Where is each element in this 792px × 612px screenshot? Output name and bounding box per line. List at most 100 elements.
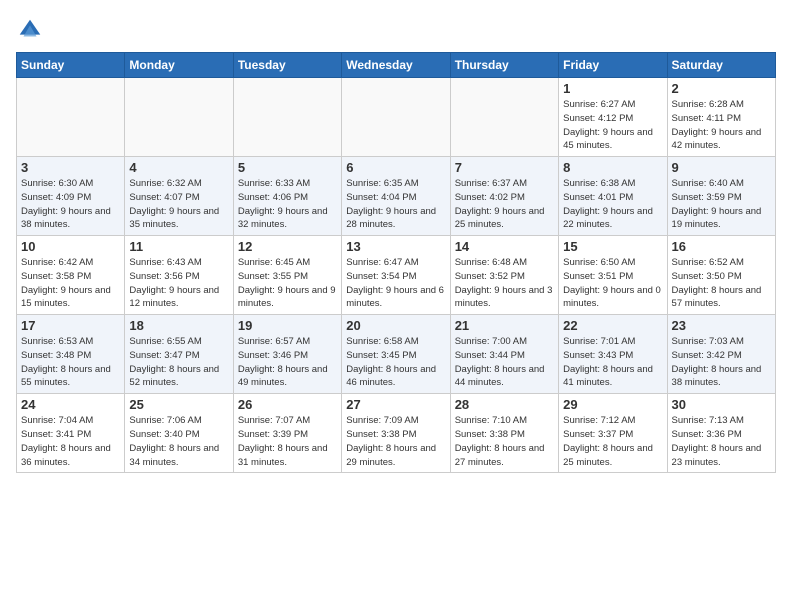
day-number: 17 [21,318,120,333]
day-number: 24 [21,397,120,412]
calendar-cell: 19 Sunrise: 6:57 AMSunset: 3:46 PMDayligh… [233,315,341,394]
calendar-cell: 2 Sunrise: 6:28 AMSunset: 4:11 PMDaylight… [667,78,775,157]
day-info: Sunrise: 6:37 AMSunset: 4:02 PMDaylight:… [455,177,554,232]
day-number: 15 [563,239,662,254]
calendar-cell: 1 Sunrise: 6:27 AMSunset: 4:12 PMDaylight… [559,78,667,157]
day-info: Sunrise: 6:27 AMSunset: 4:12 PMDaylight:… [563,98,662,153]
day-info: Sunrise: 6:35 AMSunset: 4:04 PMDaylight:… [346,177,445,232]
day-number: 13 [346,239,445,254]
weekday-header: Saturday [667,53,775,78]
weekday-header: Wednesday [342,53,450,78]
calendar-cell [125,78,233,157]
day-info: Sunrise: 6:55 AMSunset: 3:47 PMDaylight:… [129,335,228,390]
day-number: 11 [129,239,228,254]
day-number: 20 [346,318,445,333]
day-info: Sunrise: 6:42 AMSunset: 3:58 PMDaylight:… [21,256,120,311]
calendar-cell: 28 Sunrise: 7:10 AMSunset: 3:38 PMDayligh… [450,394,558,473]
day-number: 10 [21,239,120,254]
calendar-cell: 21Sunrise: 7:00 AMSunset: 3:44 PMDayligh… [450,315,558,394]
day-number: 19 [238,318,337,333]
calendar-cell [233,78,341,157]
day-number: 26 [238,397,337,412]
day-number: 4 [129,160,228,175]
calendar-table: SundayMondayTuesdayWednesdayThursdayFrid… [16,52,776,473]
calendar-cell: 30 Sunrise: 7:13 AMSunset: 3:36 PMDayligh… [667,394,775,473]
day-info: Sunrise: 6:47 AMSunset: 3:54 PMDaylight:… [346,256,445,311]
calendar-header-row: SundayMondayTuesdayWednesdayThursdayFrid… [17,53,776,78]
day-number: 23 [672,318,771,333]
weekday-header: Thursday [450,53,558,78]
day-number: 16 [672,239,771,254]
day-info: Sunrise: 6:50 AMSunset: 3:51 PMDaylight:… [563,256,662,311]
day-number: 28 [455,397,554,412]
day-number: 5 [238,160,337,175]
day-number: 3 [21,160,120,175]
day-number: 6 [346,160,445,175]
calendar-cell: 25 Sunrise: 7:06 AMSunset: 3:40 PMDayligh… [125,394,233,473]
day-number: 14 [455,239,554,254]
weekday-header: Monday [125,53,233,78]
calendar-cell: 4 Sunrise: 6:32 AMSunset: 4:07 PMDaylight… [125,157,233,236]
day-info: Sunrise: 7:12 AMSunset: 3:37 PMDaylight:… [563,414,662,469]
logo [16,16,48,44]
calendar-cell [17,78,125,157]
calendar-week-row: 24 Sunrise: 7:04 AMSunset: 3:41 PMDayligh… [17,394,776,473]
day-number: 27 [346,397,445,412]
calendar-cell: 3 Sunrise: 6:30 AMSunset: 4:09 PMDaylight… [17,157,125,236]
day-number: 25 [129,397,228,412]
day-number: 18 [129,318,228,333]
day-number: 2 [672,81,771,96]
day-info: Sunrise: 7:13 AMSunset: 3:36 PMDaylight:… [672,414,771,469]
day-number: 9 [672,160,771,175]
day-info: Sunrise: 7:10 AMSunset: 3:38 PMDaylight:… [455,414,554,469]
calendar-cell: 18 Sunrise: 6:55 AMSunset: 3:47 PMDayligh… [125,315,233,394]
weekday-header: Friday [559,53,667,78]
day-info: Sunrise: 7:04 AMSunset: 3:41 PMDaylight:… [21,414,120,469]
calendar-cell: 9 Sunrise: 6:40 AMSunset: 3:59 PMDaylight… [667,157,775,236]
day-info: Sunrise: 6:33 AMSunset: 4:06 PMDaylight:… [238,177,337,232]
calendar-cell: 11 Sunrise: 6:43 AMSunset: 3:56 PMDayligh… [125,236,233,315]
calendar-cell: 8 Sunrise: 6:38 AMSunset: 4:01 PMDaylight… [559,157,667,236]
day-info: Sunrise: 6:28 AMSunset: 4:11 PMDaylight:… [672,98,771,153]
day-info: Sunrise: 6:53 AMSunset: 3:48 PMDaylight:… [21,335,120,390]
day-number: 30 [672,397,771,412]
day-info: Sunrise: 6:58 AMSunset: 3:45 PMDaylight:… [346,335,445,390]
calendar-week-row: 10 Sunrise: 6:42 AMSunset: 3:58 PMDayligh… [17,236,776,315]
day-number: 7 [455,160,554,175]
calendar-cell: 5 Sunrise: 6:33 AMSunset: 4:06 PMDaylight… [233,157,341,236]
day-info: Sunrise: 6:38 AMSunset: 4:01 PMDaylight:… [563,177,662,232]
calendar-cell: 7 Sunrise: 6:37 AMSunset: 4:02 PMDaylight… [450,157,558,236]
day-number: 22 [563,318,662,333]
day-number: 8 [563,160,662,175]
day-number: 1 [563,81,662,96]
weekday-header: Sunday [17,53,125,78]
calendar-cell: 12 Sunrise: 6:45 AMSunset: 3:55 PMDayligh… [233,236,341,315]
calendar-cell: 22 Sunrise: 7:01 AMSunset: 3:43 PMDayligh… [559,315,667,394]
calendar-cell: 17 Sunrise: 6:53 AMSunset: 3:48 PMDayligh… [17,315,125,394]
day-info: Sunrise: 7:00 AMSunset: 3:44 PMDaylight:… [455,335,554,390]
logo-icon [16,16,44,44]
day-info: Sunrise: 6:40 AMSunset: 3:59 PMDaylight:… [672,177,771,232]
day-info: Sunrise: 7:06 AMSunset: 3:40 PMDaylight:… [129,414,228,469]
day-info: Sunrise: 7:01 AMSunset: 3:43 PMDaylight:… [563,335,662,390]
calendar-cell: 29 Sunrise: 7:12 AMSunset: 3:37 PMDayligh… [559,394,667,473]
calendar-cell: 27Sunrise: 7:09 AMSunset: 3:38 PMDayligh… [342,394,450,473]
calendar-cell: 23 Sunrise: 7:03 AMSunset: 3:42 PMDayligh… [667,315,775,394]
day-number: 29 [563,397,662,412]
calendar-cell: 16Sunrise: 6:52 AMSunset: 3:50 PMDayligh… [667,236,775,315]
day-info: Sunrise: 7:03 AMSunset: 3:42 PMDaylight:… [672,335,771,390]
calendar-cell: 13 Sunrise: 6:47 AMSunset: 3:54 PMDayligh… [342,236,450,315]
day-info: Sunrise: 6:45 AMSunset: 3:55 PMDaylight:… [238,256,337,311]
day-info: Sunrise: 6:48 AMSunset: 3:52 PMDaylight:… [455,256,554,311]
day-info: Sunrise: 6:32 AMSunset: 4:07 PMDaylight:… [129,177,228,232]
weekday-header: Tuesday [233,53,341,78]
day-info: Sunrise: 6:30 AMSunset: 4:09 PMDaylight:… [21,177,120,232]
day-number: 12 [238,239,337,254]
calendar-cell: 20 Sunrise: 6:58 AMSunset: 3:45 PMDayligh… [342,315,450,394]
calendar-cell: 10 Sunrise: 6:42 AMSunset: 3:58 PMDayligh… [17,236,125,315]
page-header [16,16,776,44]
calendar-cell: 26 Sunrise: 7:07 AMSunset: 3:39 PMDayligh… [233,394,341,473]
day-info: Sunrise: 6:57 AMSunset: 3:46 PMDaylight:… [238,335,337,390]
day-info: Sunrise: 6:43 AMSunset: 3:56 PMDaylight:… [129,256,228,311]
day-info: Sunrise: 7:07 AMSunset: 3:39 PMDaylight:… [238,414,337,469]
